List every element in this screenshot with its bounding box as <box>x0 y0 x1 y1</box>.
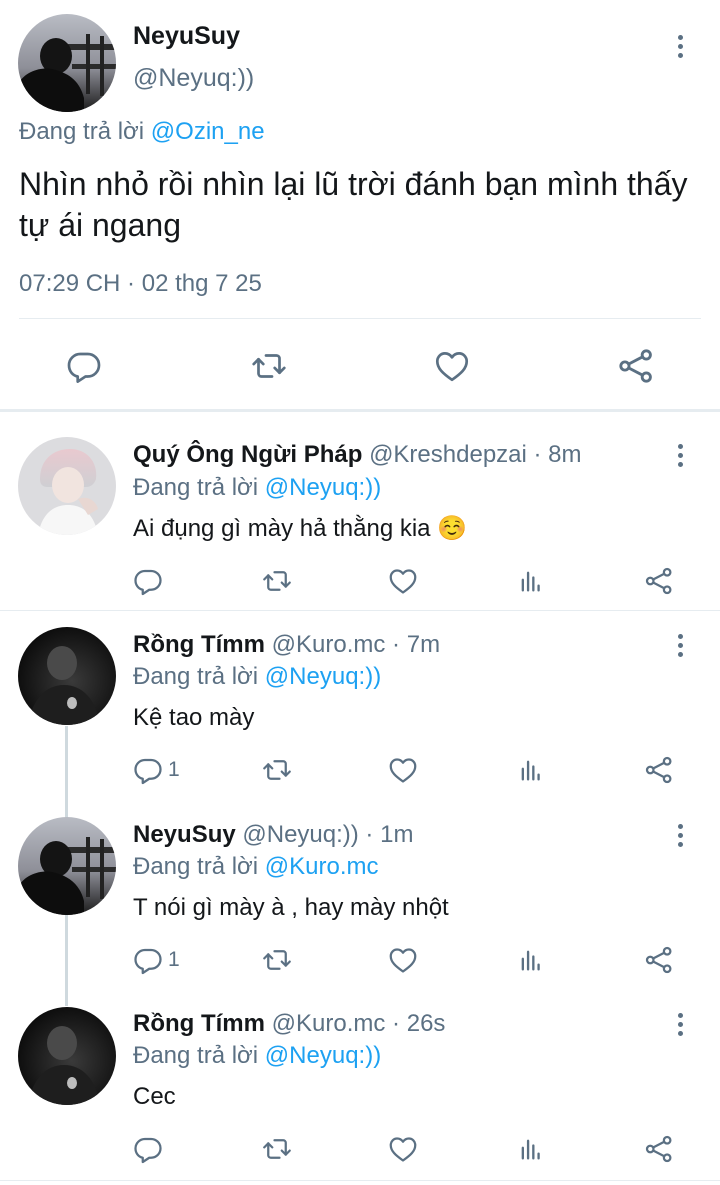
reply-icon[interactable] <box>133 755 163 785</box>
reply-header: Quý Ông Ngừi Pháp @Kreshdepzai · 8m <box>133 441 582 469</box>
tweet-text-line-2: tự ái ngang <box>19 207 181 243</box>
retweet-icon[interactable] <box>261 755 293 785</box>
retweet-icon[interactable] <box>261 945 293 975</box>
reply-text: Cec <box>133 1083 176 1110</box>
more-icon[interactable] <box>670 815 690 855</box>
reply-display-name[interactable]: Rồng Tímm <box>133 1010 265 1037</box>
reply-count: 1 <box>168 758 180 781</box>
replying-to-link[interactable]: @Neyuq:)) <box>265 663 381 690</box>
replying-prefix: Đang trả lời <box>133 663 259 690</box>
reply-display-name[interactable]: NeyuSuy <box>133 821 236 848</box>
replying-line: Đang trả lời @Kuro.mc <box>133 853 379 881</box>
like-icon[interactable] <box>388 566 418 596</box>
like-icon[interactable] <box>388 1134 418 1164</box>
share-icon[interactable] <box>644 754 674 786</box>
replying-to-link[interactable]: @Ozin_ne <box>151 118 265 145</box>
replying-line: Đang trả lời @Ozin_ne <box>19 118 265 146</box>
retweet-icon[interactable] <box>250 348 288 384</box>
like-icon[interactable] <box>388 945 418 975</box>
more-icon[interactable] <box>670 1004 690 1044</box>
replying-prefix: Đang trả lời <box>133 1042 259 1069</box>
reply-header: Rồng Tímm @Kuro.mc · 26s <box>133 1010 445 1038</box>
divider <box>0 1180 720 1181</box>
divider <box>0 610 720 611</box>
reply-display-name[interactable]: Rồng Tímm <box>133 631 265 658</box>
replying-to-link[interactable]: @Neyuq:)) <box>265 474 381 501</box>
tweet-text-line-1: Nhìn nhỏ rồi nhìn lại lũ trời đánh bạn m… <box>19 166 688 202</box>
reply-icon[interactable] <box>133 945 163 975</box>
more-icon[interactable] <box>670 435 690 475</box>
analytics-icon[interactable] <box>517 566 545 596</box>
avatar[interactable] <box>18 14 116 112</box>
analytics-icon[interactable] <box>517 945 545 975</box>
analytics-icon[interactable] <box>517 755 545 785</box>
reply-text: Ai đụng gì mày hả thằng kia ☺️ <box>133 515 468 542</box>
more-icon[interactable] <box>670 26 690 66</box>
replying-prefix: Đang trả lời <box>133 474 259 501</box>
reply-meta[interactable]: @Kuro.mc · 26s <box>272 1010 446 1037</box>
reply-header: Rồng Tímm @Kuro.mc · 7m <box>133 631 440 659</box>
replying-prefix: Đang trả lời <box>133 853 259 880</box>
share-icon[interactable] <box>644 1133 674 1165</box>
reply-icon[interactable] <box>133 1134 163 1164</box>
reply-display-name[interactable]: Quý Ông Ngừi Pháp <box>133 441 362 468</box>
reply-text: T nói gì mày à , hay mày nhột <box>133 894 449 921</box>
more-icon[interactable] <box>670 625 690 665</box>
share-icon[interactable] <box>617 347 655 385</box>
replying-line: Đang trả lời @Neyuq:)) <box>133 663 381 691</box>
avatar[interactable] <box>18 437 116 535</box>
replying-to-link[interactable]: @Neyuq:)) <box>265 1042 381 1069</box>
reply-meta[interactable]: @Neyuq:)) · 1m <box>242 821 413 848</box>
reply-meta[interactable]: @Kuro.mc · 7m <box>272 631 440 658</box>
replying-to-link[interactable]: @Kuro.mc <box>265 853 379 880</box>
main-handle[interactable]: @Neyuq:)) <box>133 64 254 93</box>
share-icon[interactable] <box>644 944 674 976</box>
replying-line: Đang trả lời @Neyuq:)) <box>133 1042 381 1070</box>
main-display-name[interactable]: NeyuSuy <box>133 22 240 51</box>
like-icon[interactable] <box>433 348 471 384</box>
replying-line: Đang trả lời @Neyuq:)) <box>133 474 381 502</box>
avatar[interactable] <box>18 627 116 725</box>
tweet-timestamp[interactable]: 07:29 CH · 02 thg 7 25 <box>19 270 262 298</box>
section-divider <box>0 409 720 412</box>
like-icon[interactable] <box>388 755 418 785</box>
retweet-icon[interactable] <box>261 1134 293 1164</box>
reply-count: 1 <box>168 948 180 971</box>
share-icon[interactable] <box>644 565 674 597</box>
reply-icon[interactable] <box>66 348 102 384</box>
divider <box>19 318 701 319</box>
reply-icon[interactable] <box>133 566 163 596</box>
retweet-icon[interactable] <box>261 566 293 596</box>
replying-prefix: Đang trả lời <box>19 118 145 145</box>
reply-text: Kệ tao mày <box>133 704 255 731</box>
avatar[interactable] <box>18 817 116 915</box>
analytics-icon[interactable] <box>517 1134 545 1164</box>
tweet-text: Nhìn nhỏ rồi nhìn lại lũ trời đánh bạn m… <box>19 164 688 246</box>
avatar[interactable] <box>18 1007 116 1105</box>
reply-header: NeyuSuy @Neyuq:)) · 1m <box>133 821 413 849</box>
reply-meta[interactable]: @Kreshdepzai · 8m <box>369 441 581 468</box>
